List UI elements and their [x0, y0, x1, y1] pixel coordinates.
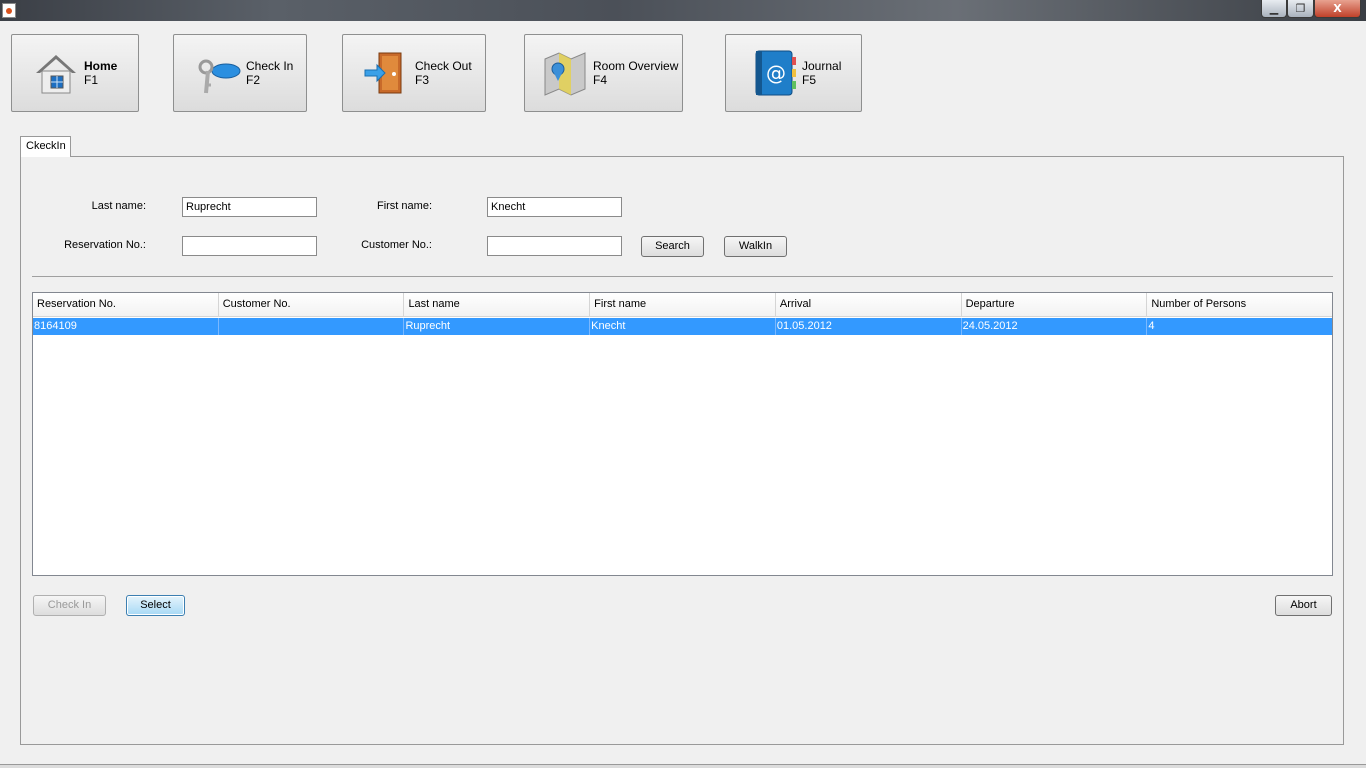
column-header[interactable]: Reservation No.	[33, 293, 219, 316]
column-header[interactable]: Customer No.	[219, 293, 405, 316]
svg-text:@: @	[766, 61, 786, 85]
table-cell: Ruprecht	[404, 318, 591, 335]
tab-checkin[interactable]: CkeckIn	[20, 136, 71, 157]
room-overview-shortcut: F4	[593, 73, 608, 87]
table-row[interactable]: 8164109 Ruprecht Knecht 01.05.2012 24.05…	[33, 318, 1332, 335]
door-exit-icon	[363, 49, 411, 97]
check-in-nav-label: Check In	[246, 59, 294, 73]
form-divider	[32, 276, 1333, 277]
reservations-table[interactable]: Reservation No. Customer No. Last name F…	[32, 292, 1333, 576]
table-cell: Knecht	[590, 318, 776, 335]
maximize-button[interactable]: ❐	[1287, 0, 1314, 18]
abort-button[interactable]: Abort	[1275, 595, 1332, 616]
room-overview-nav-label: Room Overview	[593, 59, 679, 73]
home-label: Home	[84, 59, 118, 73]
last-name-input[interactable]	[182, 197, 317, 217]
check-in-nav-button[interactable]: Check In F2	[173, 34, 307, 112]
customer-no-label: Customer No.:	[361, 239, 432, 251]
check-out-shortcut: F3	[415, 73, 430, 87]
column-header[interactable]: Departure	[962, 293, 1148, 316]
table-cell: 4	[1148, 320, 1155, 332]
check-in-button[interactable]: Check In	[33, 595, 106, 616]
table-cell: 01.05.2012	[776, 318, 962, 335]
select-button[interactable]: Select	[126, 595, 185, 616]
house-icon	[32, 49, 80, 97]
check-in-shortcut: F2	[246, 73, 261, 87]
close-icon: X	[1333, 2, 1342, 15]
column-header[interactable]: Number of Persons	[1147, 293, 1332, 316]
window-titlebar[interactable]: ▁ ❐ X	[0, 0, 1366, 21]
table-header: Reservation No. Customer No. Last name F…	[33, 293, 1332, 317]
address-book-icon: @	[750, 49, 798, 97]
check-out-nav-button[interactable]: Check Out F3	[342, 34, 486, 112]
customer-no-input[interactable]	[487, 236, 622, 256]
column-header[interactable]: Arrival	[776, 293, 962, 316]
table-cell	[219, 318, 405, 335]
journal-nav-label: Journal	[802, 59, 842, 73]
table-cell: 8164109	[33, 318, 219, 335]
search-button[interactable]: Search	[641, 236, 704, 257]
minimize-icon: ▁	[1269, 2, 1279, 15]
journal-shortcut: F5	[802, 73, 817, 87]
map-icon	[541, 49, 589, 97]
java-app-icon	[2, 3, 16, 18]
last-name-label: Last name:	[91, 200, 146, 212]
first-name-input[interactable]	[487, 197, 622, 217]
home-shortcut: F1	[84, 73, 99, 87]
reservation-no-input[interactable]	[182, 236, 317, 256]
reservation-no-label: Reservation No.:	[64, 239, 146, 251]
column-header[interactable]: First name	[590, 293, 776, 316]
first-name-label: First name:	[376, 200, 432, 212]
journal-nav-button[interactable]: @ Journal F5	[725, 34, 862, 112]
key-icon	[194, 49, 242, 97]
walkin-button[interactable]: WalkIn	[724, 236, 787, 257]
table-cell: 24.05.2012	[962, 318, 1148, 335]
bottom-strip	[0, 764, 1366, 768]
check-out-nav-label: Check Out	[415, 59, 472, 73]
minimize-button[interactable]: ▁	[1261, 0, 1287, 18]
home-button[interactable]: Home F1	[11, 34, 139, 112]
room-overview-nav-button[interactable]: Room Overview F4	[524, 34, 683, 112]
column-header[interactable]: Last name	[404, 293, 591, 316]
restore-icon: ❐	[1295, 2, 1306, 15]
close-button[interactable]: X	[1314, 0, 1361, 18]
